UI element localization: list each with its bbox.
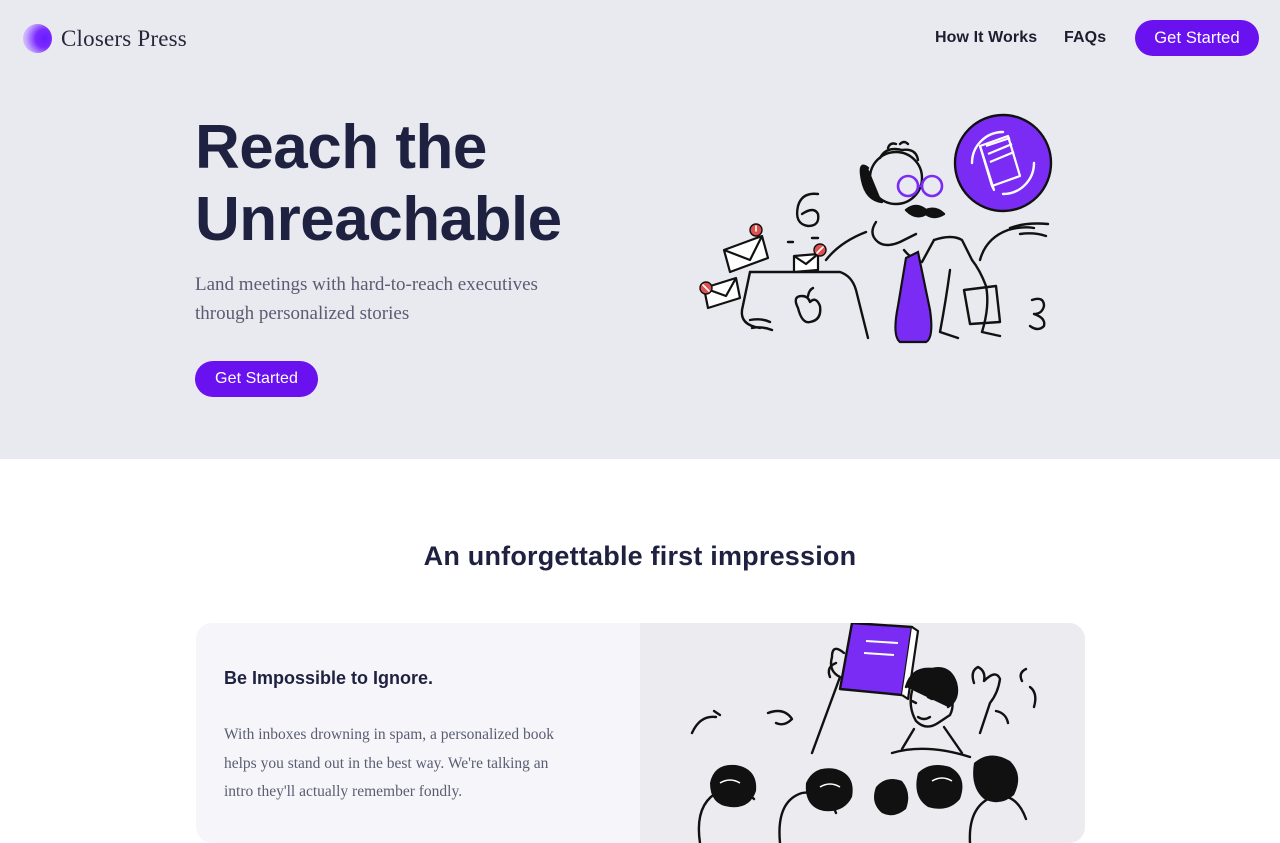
nav-link-how-it-works[interactable]: How It Works [935, 29, 1037, 47]
hero-subtitle: Land meetings with hard-to-reach executi… [195, 270, 625, 328]
hero-illustration [699, 113, 1053, 344]
hero-title: Reach the Unreachable [195, 112, 655, 256]
book-bubble-icon [953, 113, 1053, 213]
crowd-book-illustration [690, 623, 1037, 843]
hero-title-line-2: Unreachable [195, 185, 562, 254]
feature-card-text: Be Impossible to Ignore. With inboxes dr… [196, 623, 640, 843]
top-nav: Closers Press How It Works FAQs Get Star… [0, 0, 1280, 76]
section-title: An unforgettable first impression [423, 541, 857, 571]
feature-card-body: With inboxes drowning in spam, a persona… [224, 721, 614, 807]
feature-card: Be Impossible to Ignore. With inboxes dr… [196, 623, 1085, 843]
feature-card-body-line-2: helps you stand out in the best way. We'… [224, 754, 549, 772]
hero-subtitle-line-2: through personalized stories [195, 303, 410, 324]
hero-get-started-button[interactable]: Get Started [195, 361, 318, 397]
feature-card-body-line-1: With inboxes drowning in spam, a persona… [224, 726, 554, 743]
feature-card-body-line-3: intro they'll actually remember fondly. [224, 783, 463, 800]
hero-subtitle-line-1: Land meetings with hard-to-reach executi… [195, 274, 538, 295]
brand-logo-icon [23, 24, 52, 53]
hero-title-line-1: Reach the [195, 113, 487, 182]
feature-card-title: Be Impossible to Ignore. [224, 668, 434, 688]
feature-card-media [640, 623, 1085, 843]
nav-link-faqs[interactable]: FAQs [1064, 29, 1106, 47]
hero-section: Closers Press How It Works FAQs Get Star… [0, 0, 1280, 459]
brand-link[interactable]: Closers Press [23, 24, 187, 53]
brand-name: Closers Press [61, 25, 187, 51]
nav-get-started-button[interactable]: Get Started [1135, 20, 1259, 56]
